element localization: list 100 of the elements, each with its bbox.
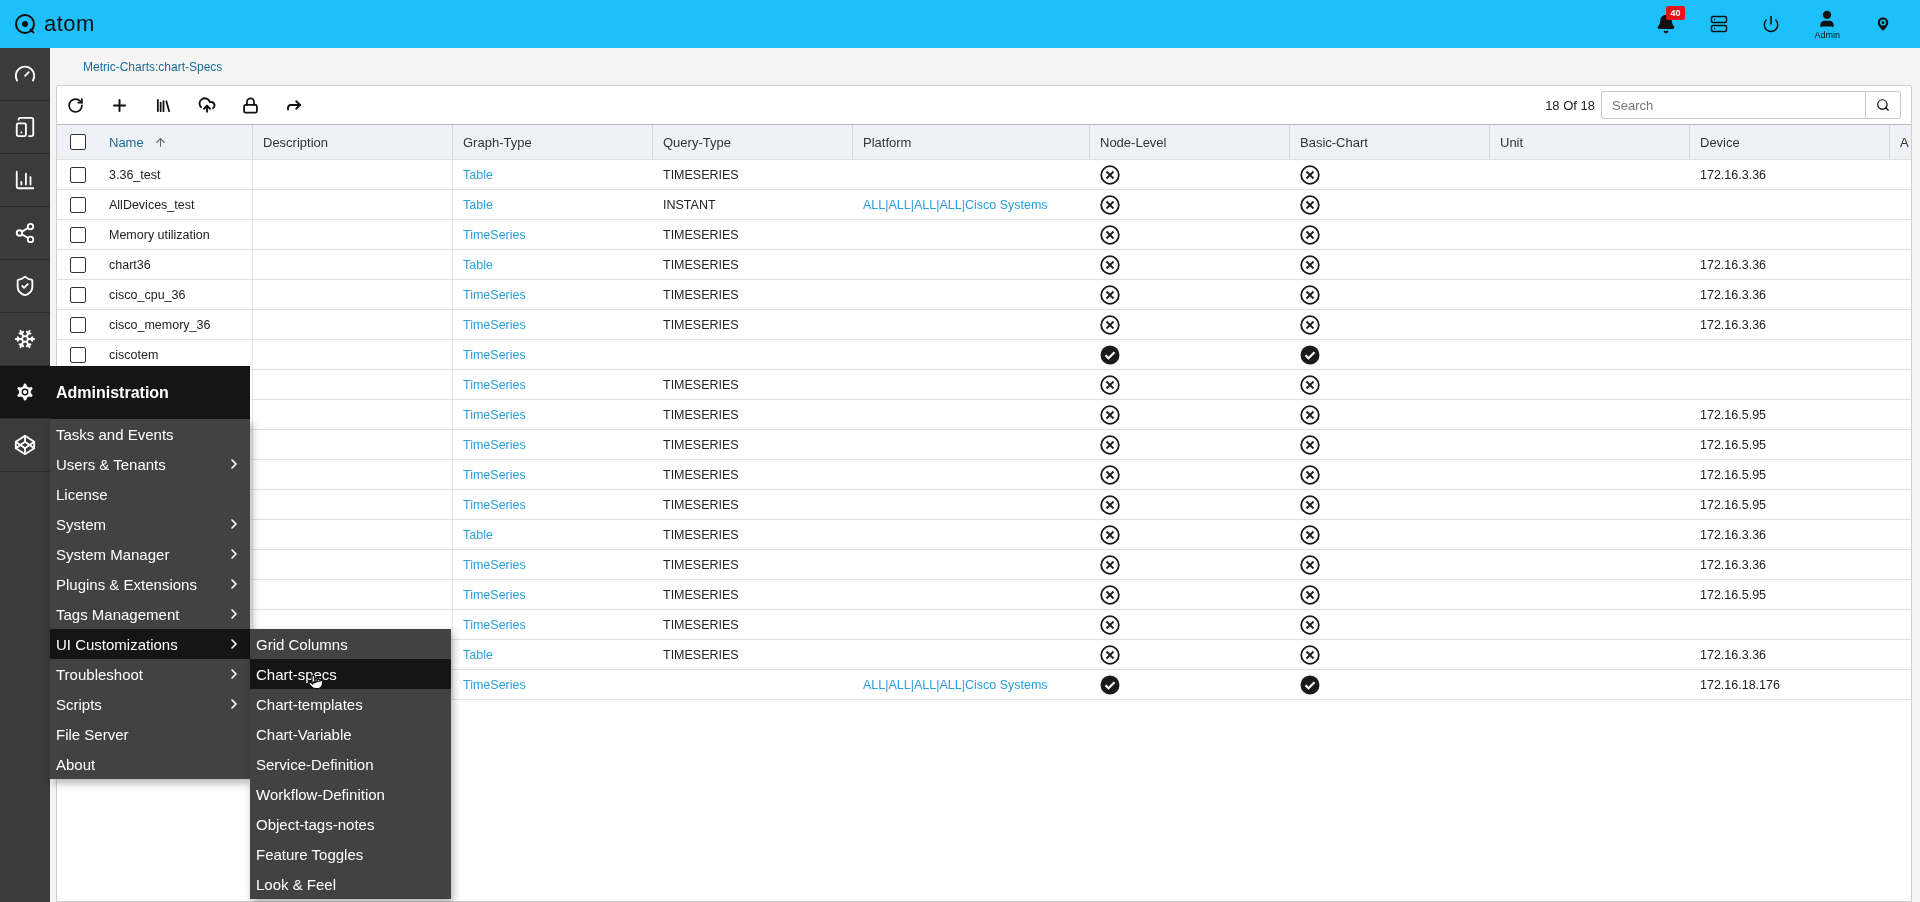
sort-arrow-icon — [153, 135, 167, 149]
select-all-checkbox[interactable] — [70, 134, 86, 150]
submenu-item[interactable]: Service-Definition — [250, 749, 451, 779]
lock-button[interactable] — [242, 96, 259, 114]
table-cell: TIMESERIES — [663, 287, 739, 302]
logo-icon — [14, 13, 36, 35]
menu-item[interactable]: Scripts — [50, 689, 250, 719]
table-cell: TIMESERIES — [663, 437, 739, 452]
table-cell: 172.16.5.95 — [1700, 437, 1767, 452]
cube-icon[interactable] — [14, 434, 36, 456]
table-cell: 172.16.3.36 — [1700, 257, 1767, 272]
menu-item[interactable]: Tasks and Events — [50, 419, 250, 449]
row-checkbox[interactable] — [70, 196, 86, 213]
table-cell: 3.36_test — [109, 167, 161, 182]
upload-button[interactable] — [198, 96, 216, 114]
table-cell: TIMESERIES — [663, 317, 739, 332]
table-cell: TIMESERIES — [663, 527, 739, 542]
server-icon[interactable] — [1710, 15, 1729, 33]
table-cell: 172.16.5.95 — [1700, 407, 1767, 422]
table-cell: 172.16.3.36 — [1700, 557, 1767, 572]
device-icon[interactable] — [14, 116, 36, 138]
row-checkbox[interactable] — [70, 316, 86, 333]
menu-item[interactable]: Tags Management — [50, 599, 250, 629]
submenu-item[interactable]: Look & Feel — [250, 869, 451, 899]
search-button[interactable] — [1865, 91, 1901, 119]
search-field[interactable]: Search — [1601, 91, 1865, 119]
table-cell: TIMESERIES — [663, 227, 739, 242]
user-label: Admin — [1814, 29, 1840, 40]
row-checkbox[interactable] — [70, 166, 86, 183]
submenu-item[interactable]: Feature Toggles — [250, 839, 451, 869]
table-cell: TIMESERIES — [663, 167, 739, 182]
table-cell: TIMESERIES — [663, 377, 739, 392]
menu-item[interactable]: System — [50, 509, 250, 539]
table-cell: AllDevices_test — [109, 197, 195, 212]
table-cell: chart36 — [109, 257, 151, 272]
map-pin-icon[interactable] — [1874, 15, 1892, 33]
network-icon[interactable] — [14, 222, 36, 244]
record-count: 18 Of 18 — [1545, 97, 1595, 113]
column-header[interactable]: A — [1900, 134, 1909, 150]
table-cell: 172.16.3.36 — [1700, 287, 1767, 302]
row-checkbox[interactable] — [70, 346, 86, 363]
table-cell: TIMESERIES — [663, 557, 739, 572]
bar-chart-icon[interactable] — [14, 169, 36, 191]
menu-title: Administration — [50, 366, 250, 419]
power-icon[interactable] — [1762, 15, 1781, 33]
copy-button[interactable] — [155, 96, 172, 114]
table-cell: 172.16.3.36 — [1700, 527, 1767, 542]
submenu-item[interactable]: Chart-templates — [250, 689, 451, 719]
table-cell: 172.16.5.95 — [1700, 467, 1767, 482]
column-header[interactable]: Graph-Type — [463, 134, 532, 150]
snowflake-icon[interactable] — [14, 328, 36, 350]
table-cell: cisco_memory_36 — [109, 317, 211, 332]
table-cell: TIMESERIES — [663, 257, 739, 272]
table-cell: Memory utilization — [109, 227, 210, 242]
submenu-item[interactable]: Workflow-Definition — [250, 779, 451, 809]
table-cell: ciscotem — [109, 347, 159, 362]
bell-icon[interactable] — [1656, 14, 1677, 34]
menu-item[interactable]: File Server — [50, 719, 250, 749]
column-header[interactable]: Node-Level — [1100, 134, 1167, 150]
column-header[interactable]: Platform — [863, 134, 912, 150]
table-cell: TIMESERIES — [663, 647, 739, 662]
table-cell: TIMESERIES — [663, 587, 739, 602]
menu-item[interactable]: Users & Tenants — [50, 449, 250, 479]
column-header[interactable]: Basic-Chart — [1300, 134, 1368, 150]
row-checkbox[interactable] — [70, 286, 86, 303]
refresh-button[interactable] — [67, 96, 84, 114]
column-header[interactable]: Name — [109, 134, 144, 150]
table-cell: 172.16.18.176 — [1700, 677, 1780, 692]
search-icon — [1876, 98, 1890, 112]
column-header[interactable]: Description — [263, 134, 329, 150]
menu-item[interactable]: License — [50, 479, 250, 509]
menu-item[interactable]: System Manager — [50, 539, 250, 569]
submenu-item[interactable]: Chart-specs — [250, 659, 451, 689]
column-header[interactable]: Query-Type — [663, 134, 731, 150]
settings-icon[interactable] — [14, 381, 36, 403]
column-header[interactable]: Unit — [1500, 134, 1524, 150]
row-checkbox[interactable] — [70, 256, 86, 273]
submenu-item[interactable]: Object-tags-notes — [250, 809, 451, 839]
table-cell: 172.16.3.36 — [1700, 647, 1767, 662]
submenu-item[interactable]: Chart-Variable — [250, 719, 451, 749]
table-cell: TIMESERIES — [663, 497, 739, 512]
table-cell: 172.16.3.36 — [1700, 167, 1767, 182]
table-cell: TIMESERIES — [663, 467, 739, 482]
menu-item[interactable]: Troubleshoot — [50, 659, 250, 689]
menu-item[interactable]: Plugins & Extensions — [50, 569, 250, 599]
menu-item[interactable]: About — [50, 749, 250, 779]
table-cell: TIMESERIES — [663, 407, 739, 422]
row-checkbox[interactable] — [70, 226, 86, 243]
table-cell: 172.16.5.95 — [1700, 587, 1767, 602]
table-cell: 172.16.5.95 — [1700, 497, 1767, 512]
menu-item[interactable]: UI Customizations — [50, 629, 250, 659]
notification-badge: 40 — [1666, 6, 1685, 20]
table-cell: 172.16.3.36 — [1700, 317, 1767, 332]
submenu-item[interactable]: Grid Columns — [250, 629, 451, 659]
logo-text: atom — [44, 11, 95, 37]
shield-check-icon[interactable] — [14, 275, 36, 297]
table-cell: TIMESERIES — [663, 617, 739, 632]
breadcrumb: Metric-Charts:chart-Specs — [83, 59, 223, 74]
column-header[interactable]: Device — [1700, 134, 1740, 150]
table-cell: cisco_cpu_36 — [109, 287, 186, 302]
